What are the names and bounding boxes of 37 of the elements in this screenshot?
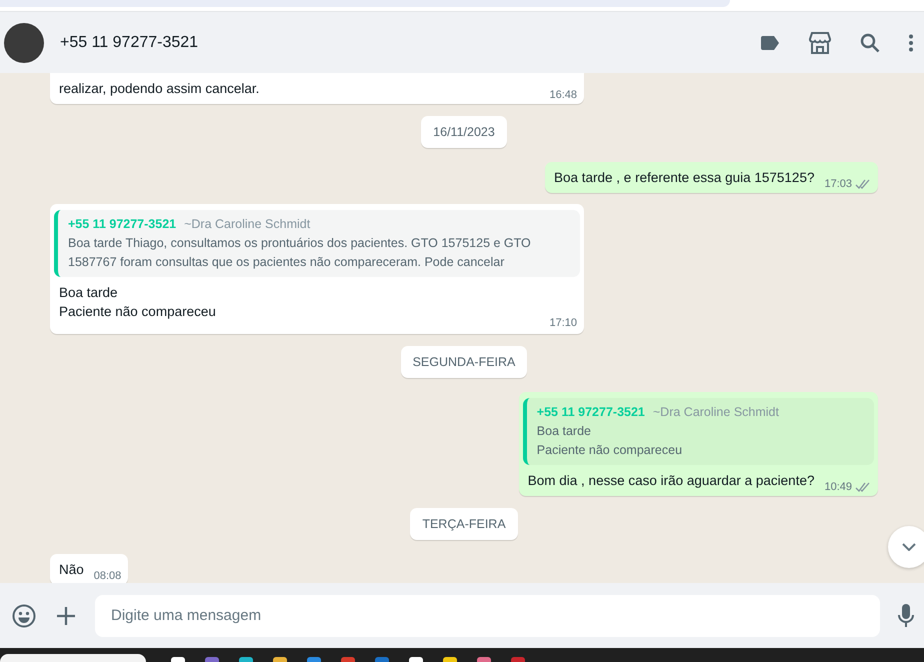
quote-alias: ~Dra Caroline Schmidt [184, 217, 310, 231]
taskbar-search-field[interactable] [0, 654, 146, 662]
taskbar-app-icon[interactable] [409, 657, 423, 662]
message-time: 17:10 [549, 317, 577, 329]
message-text: Paciente não compareceu [59, 303, 216, 321]
message-time: 17:03 [824, 178, 852, 190]
message-time: 10:49 [824, 481, 852, 493]
quote-alias: ~Dra Caroline Schmidt [652, 405, 779, 419]
emoji-icon[interactable] [12, 604, 36, 628]
plus-icon[interactable] [57, 606, 75, 624]
quote-text: Boa tarde [536, 423, 592, 440]
message-text: realizar, podendo assim cancelar. [59, 80, 260, 98]
taskbar-app-icon[interactable] [443, 657, 457, 662]
quote-text: Paciente não compareceu [536, 442, 684, 459]
store-icon[interactable] [808, 32, 832, 54]
message-time: 16:48 [549, 89, 577, 101]
message-text: Bom dia , nesse caso irão aguardar a paciente? [528, 472, 814, 490]
label-icon[interactable] [760, 36, 780, 50]
chevron-down-icon [902, 543, 916, 551]
taskbar-app-icon[interactable] [171, 657, 185, 662]
quote-text: Boa tarde Thiago, consultamos os prontuários dos pacientes. GTO 1575125 e GTO 1587767 foram consultas que os pacientes não compareceram. Pode cancelar [68, 235, 532, 271]
contact-name[interactable]: +55 11 97277-3521 [60, 34, 198, 52]
microphone-icon[interactable] [898, 604, 914, 628]
contact-avatar[interactable] [4, 22, 44, 62]
double-check-icon [855, 178, 871, 190]
search-icon[interactable] [860, 32, 880, 52]
message-text: Boa tarde [59, 284, 118, 302]
quote-author: +55 11 97277-3521 [536, 405, 645, 419]
quote-author: +55 11 97277-3521 [68, 217, 176, 231]
menu-icon[interactable] [908, 34, 914, 52]
taskbar-app-icon[interactable] [273, 657, 287, 662]
message-time: 08:08 [94, 570, 122, 582]
double-check-icon [855, 482, 871, 492]
message-input-field[interactable]: Digite uma mensagem [95, 594, 880, 636]
message-text: Boa tarde , e referente essa guia 1575125? [554, 169, 814, 187]
message-text: Não [59, 561, 84, 579]
taskbar-app-icon[interactable] [239, 657, 253, 662]
